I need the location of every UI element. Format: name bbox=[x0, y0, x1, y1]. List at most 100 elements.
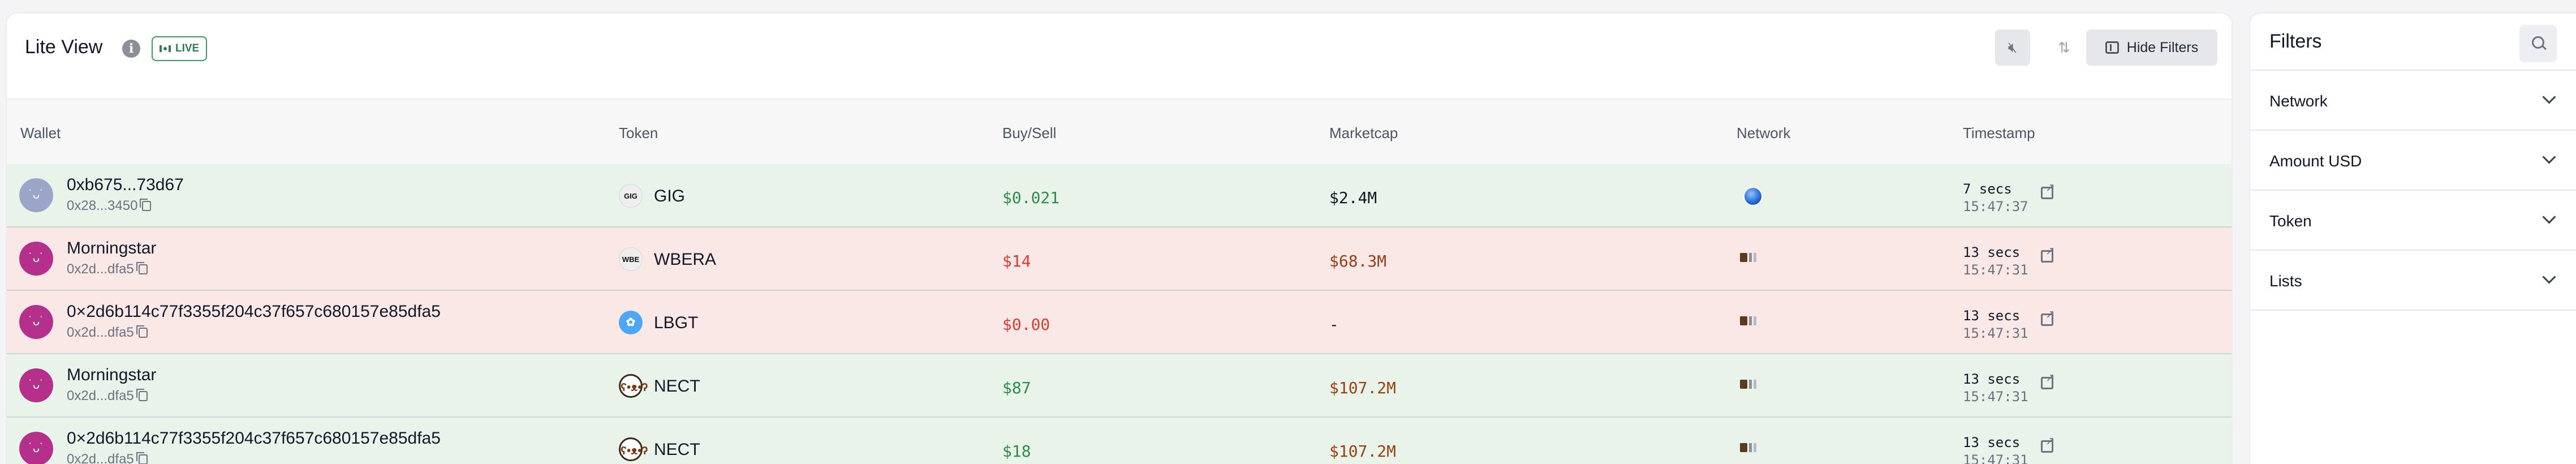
marketcap-value: $68.3M bbox=[1329, 252, 1387, 270]
wallet-short-text: 0x2d...dfa5 bbox=[67, 325, 134, 340]
trade-amount: $14 bbox=[1002, 252, 1031, 270]
trade-amount: $0.021 bbox=[1002, 188, 1060, 207]
wallet-address[interactable]: 0×2d6b114c77f3355f204c37f657c680157e85df… bbox=[67, 302, 441, 321]
live-signal-icon bbox=[160, 45, 171, 52]
timestamp: 15:47:37 bbox=[1963, 199, 2028, 214]
page-title: Lite View bbox=[25, 36, 103, 58]
table-header: Wallet Token Buy/Sell Marketcap Network … bbox=[7, 98, 2232, 165]
filter-section-amount-usd[interactable]: Amount USD bbox=[2250, 131, 2576, 191]
wallet-short-text: 0x28...3450 bbox=[67, 198, 138, 213]
column-header-network: Network bbox=[1737, 124, 1791, 141]
column-header-timestamp: Timestamp bbox=[1963, 124, 2035, 141]
copy-icon[interactable] bbox=[136, 325, 148, 338]
token-wbera-icon: WBE bbox=[619, 247, 643, 271]
token-name[interactable]: NECT bbox=[654, 440, 700, 459]
filter-section-token[interactable]: Token bbox=[2250, 191, 2576, 251]
copy-icon[interactable] bbox=[136, 389, 148, 401]
filter-section-network[interactable]: Network bbox=[2250, 71, 2576, 131]
time-ago: 13 secs bbox=[1963, 244, 2021, 260]
column-header-marketcap: Marketcap bbox=[1329, 124, 1398, 141]
avatar: ˙ᴗ˙ bbox=[19, 178, 53, 212]
timestamp: 15:47:31 bbox=[1963, 452, 2028, 464]
external-link-icon[interactable] bbox=[2041, 244, 2055, 263]
token-name[interactable]: GIG bbox=[654, 187, 685, 206]
hide-filters-label: Hide Filters bbox=[2126, 39, 2199, 55]
avatar: ˙ᴗ˙ bbox=[19, 368, 53, 402]
copy-icon[interactable] bbox=[140, 199, 152, 211]
ethereum-icon bbox=[1743, 187, 1763, 206]
wallet-short-text: 0x2d...dfa5 bbox=[67, 388, 134, 403]
wallet-short-text: 0x2d...dfa5 bbox=[67, 261, 134, 277]
chevron-down-icon bbox=[2542, 150, 2556, 164]
token-name[interactable]: LBGT bbox=[654, 313, 698, 333]
column-header-buy-sell: Buy/Sell bbox=[1002, 124, 1057, 141]
live-badge: LIVE bbox=[152, 36, 208, 61]
panel-header: Lite View i LIVE 🔇︎ ⇅ Hide Filters bbox=[7, 14, 2232, 98]
table-row[interactable]: ˙ᴗ˙ 0xb675...73d67 0x28...3450 GIG GIG $… bbox=[7, 164, 2232, 227]
lite-view-panel: Lite View i LIVE 🔇︎ ⇅ Hide Filters Walle… bbox=[7, 14, 2232, 464]
filter-label: Lists bbox=[2269, 272, 2302, 290]
filter-section-lists[interactable]: Lists bbox=[2250, 251, 2576, 311]
wallet-short: 0x2d...dfa5 bbox=[67, 261, 148, 277]
speaker-muted-icon: 🔇︎ bbox=[2008, 38, 2018, 55]
time-ago: 7 secs bbox=[1963, 181, 2012, 197]
time-ago: 13 secs bbox=[1963, 435, 2021, 450]
chevron-down-icon bbox=[2542, 90, 2556, 104]
copy-icon[interactable] bbox=[136, 452, 148, 464]
table-row[interactable]: ˙ᴗ˙ 0×2d6b114c77f3355f204c37f657c680157e… bbox=[7, 291, 2232, 354]
mute-button[interactable]: 🔇︎ bbox=[1995, 29, 2030, 66]
search-icon[interactable] bbox=[2519, 25, 2557, 62]
trade-amount: $87 bbox=[1002, 379, 1031, 397]
external-link-icon[interactable] bbox=[2041, 181, 2055, 199]
berachain-icon bbox=[1740, 314, 1759, 328]
chevron-down-icon bbox=[2542, 270, 2556, 284]
token-gig-icon: GIG bbox=[619, 184, 643, 208]
wallet-address[interactable]: Morningstar bbox=[67, 239, 156, 258]
wallet-short: 0x2d...dfa5 bbox=[67, 325, 148, 341]
wallet-address[interactable]: 0×2d6b114c77f3355f204c37f657c680157e85df… bbox=[67, 429, 441, 448]
berachain-icon bbox=[1740, 441, 1759, 454]
live-label: LIVE bbox=[175, 42, 200, 54]
timestamp: 15:47:31 bbox=[1963, 325, 2028, 341]
filter-label: Token bbox=[2269, 212, 2312, 230]
berachain-icon bbox=[1740, 377, 1759, 391]
hide-filters-button[interactable]: Hide Filters bbox=[2086, 29, 2217, 66]
avatar: ˙ᴗ˙ bbox=[19, 242, 53, 276]
sort-button[interactable]: ⇅ bbox=[2047, 29, 2082, 66]
external-link-icon[interactable] bbox=[2041, 371, 2055, 389]
chevron-down-icon bbox=[2542, 210, 2556, 224]
wallet-short: 0x2d...dfa5 bbox=[67, 388, 148, 404]
timestamp: 15:47:31 bbox=[1963, 389, 2028, 405]
table-row[interactable]: ˙ᴗ˙ 0×2d6b114c77f3355f204c37f657c680157e… bbox=[7, 418, 2232, 464]
wallet-address[interactable]: 0xb675...73d67 bbox=[67, 175, 184, 195]
table-row[interactable]: ˙ᴗ˙ Morningstar 0x2d...dfa5 WBE WBERA $1… bbox=[7, 227, 2232, 291]
filter-label: Network bbox=[2269, 92, 2328, 110]
time-ago: 13 secs bbox=[1963, 308, 2021, 324]
token-nect-icon: ʕ•ᴥ•ʔ bbox=[619, 374, 648, 398]
avatar: ˙ᴗ˙ bbox=[19, 305, 53, 339]
wallet-short: 0x28...3450 bbox=[67, 198, 152, 214]
filters-title: Filters bbox=[2269, 31, 2322, 52]
token-nect-icon: ʕ•ᴥ•ʔ bbox=[619, 437, 648, 461]
token-name[interactable]: WBERA bbox=[654, 250, 716, 269]
marketcap-value: $2.4M bbox=[1329, 188, 1377, 207]
external-link-icon[interactable] bbox=[2041, 434, 2055, 453]
copy-icon[interactable] bbox=[136, 262, 148, 274]
wallet-short: 0x2d...dfa5 bbox=[67, 452, 148, 464]
token-name[interactable]: NECT bbox=[654, 377, 700, 396]
filters-panel: Filters Network Amount USD Token Lists bbox=[2250, 14, 2576, 464]
column-header-token: Token bbox=[619, 124, 658, 141]
berachain-icon bbox=[1740, 251, 1759, 264]
trade-amount: $0.00 bbox=[1002, 315, 1050, 334]
sort-arrows-icon: ⇅ bbox=[2058, 38, 2070, 56]
token-lbgt-icon: ✿ bbox=[619, 311, 643, 334]
wallet-address[interactable]: Morningstar bbox=[67, 366, 156, 385]
column-header-wallet: Wallet bbox=[20, 124, 61, 141]
external-link-icon[interactable] bbox=[2041, 307, 2055, 326]
avatar: ˙ᴗ˙ bbox=[19, 432, 53, 464]
marketcap-value: $107.2M bbox=[1329, 442, 1397, 461]
table-row[interactable]: ˙ᴗ˙ Morningstar 0x2d...dfa5 ʕ•ᴥ•ʔ NECT $… bbox=[7, 354, 2232, 418]
trade-amount: $18 bbox=[1002, 442, 1031, 461]
info-icon[interactable]: i bbox=[122, 40, 140, 58]
wallet-short-text: 0x2d...dfa5 bbox=[67, 452, 134, 464]
